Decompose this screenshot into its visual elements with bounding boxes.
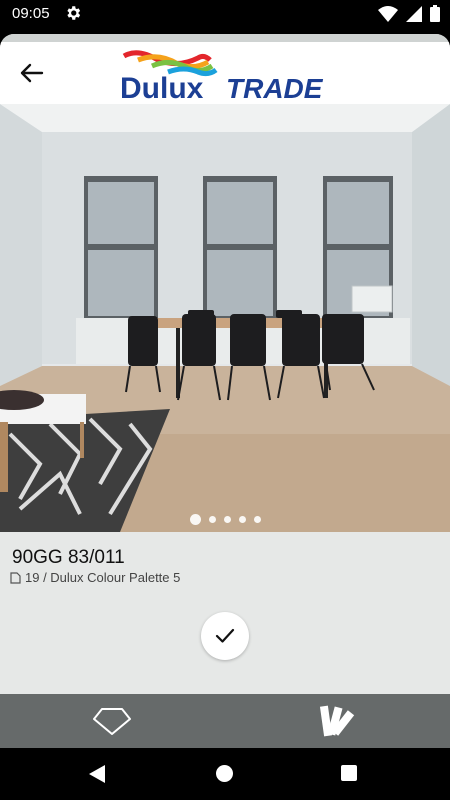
carousel-indicator	[0, 512, 450, 526]
system-recents-icon[interactable]	[341, 765, 357, 781]
colour-code: 90GG 83/011	[12, 547, 125, 568]
palette-label: 19 / Dulux Colour Palette 5	[25, 570, 181, 585]
diamond-shape-icon[interactable]	[92, 706, 132, 736]
dulux-trade-logo: Dulux TRADE	[120, 50, 324, 104]
carousel-dot-5[interactable]	[253, 515, 261, 523]
carousel-dot-3[interactable]	[223, 515, 231, 523]
wifi-icon	[378, 5, 398, 22]
gear-icon	[67, 6, 81, 20]
logo-text-trade: TRADE	[226, 73, 324, 104]
signal-icon	[406, 5, 422, 22]
system-back-icon[interactable]	[88, 765, 106, 783]
status-time: 09:05	[12, 5, 50, 22]
colour-detail-sheet: Dulux TRADE 90GG 83/011 19 / Dulux Colou…	[0, 34, 450, 694]
battery-icon	[430, 5, 440, 22]
logo-text-dulux: Dulux	[120, 72, 204, 104]
check-icon	[215, 628, 235, 643]
palette-info: 19 / Dulux Colour Palette 5	[10, 570, 180, 585]
colour-fan-deck-icon[interactable]	[318, 702, 358, 740]
carousel-dot-1[interactable]	[189, 513, 201, 525]
android-navigation-bar	[0, 748, 450, 800]
sheet-handle-strip	[0, 34, 450, 42]
room-photo[interactable]	[0, 104, 450, 532]
room-photo-image	[0, 104, 450, 532]
system-home-icon[interactable]	[216, 765, 233, 782]
page-icon	[10, 571, 21, 584]
app-header: Dulux TRADE	[0, 42, 450, 104]
status-bar: 09:05	[0, 0, 450, 28]
back-arrow-icon[interactable]	[18, 62, 44, 84]
carousel-dot-2[interactable]	[208, 515, 216, 523]
confirm-colour-button[interactable]	[201, 612, 249, 660]
carousel-dot-4[interactable]	[238, 515, 246, 523]
bottom-navigation	[0, 694, 450, 748]
